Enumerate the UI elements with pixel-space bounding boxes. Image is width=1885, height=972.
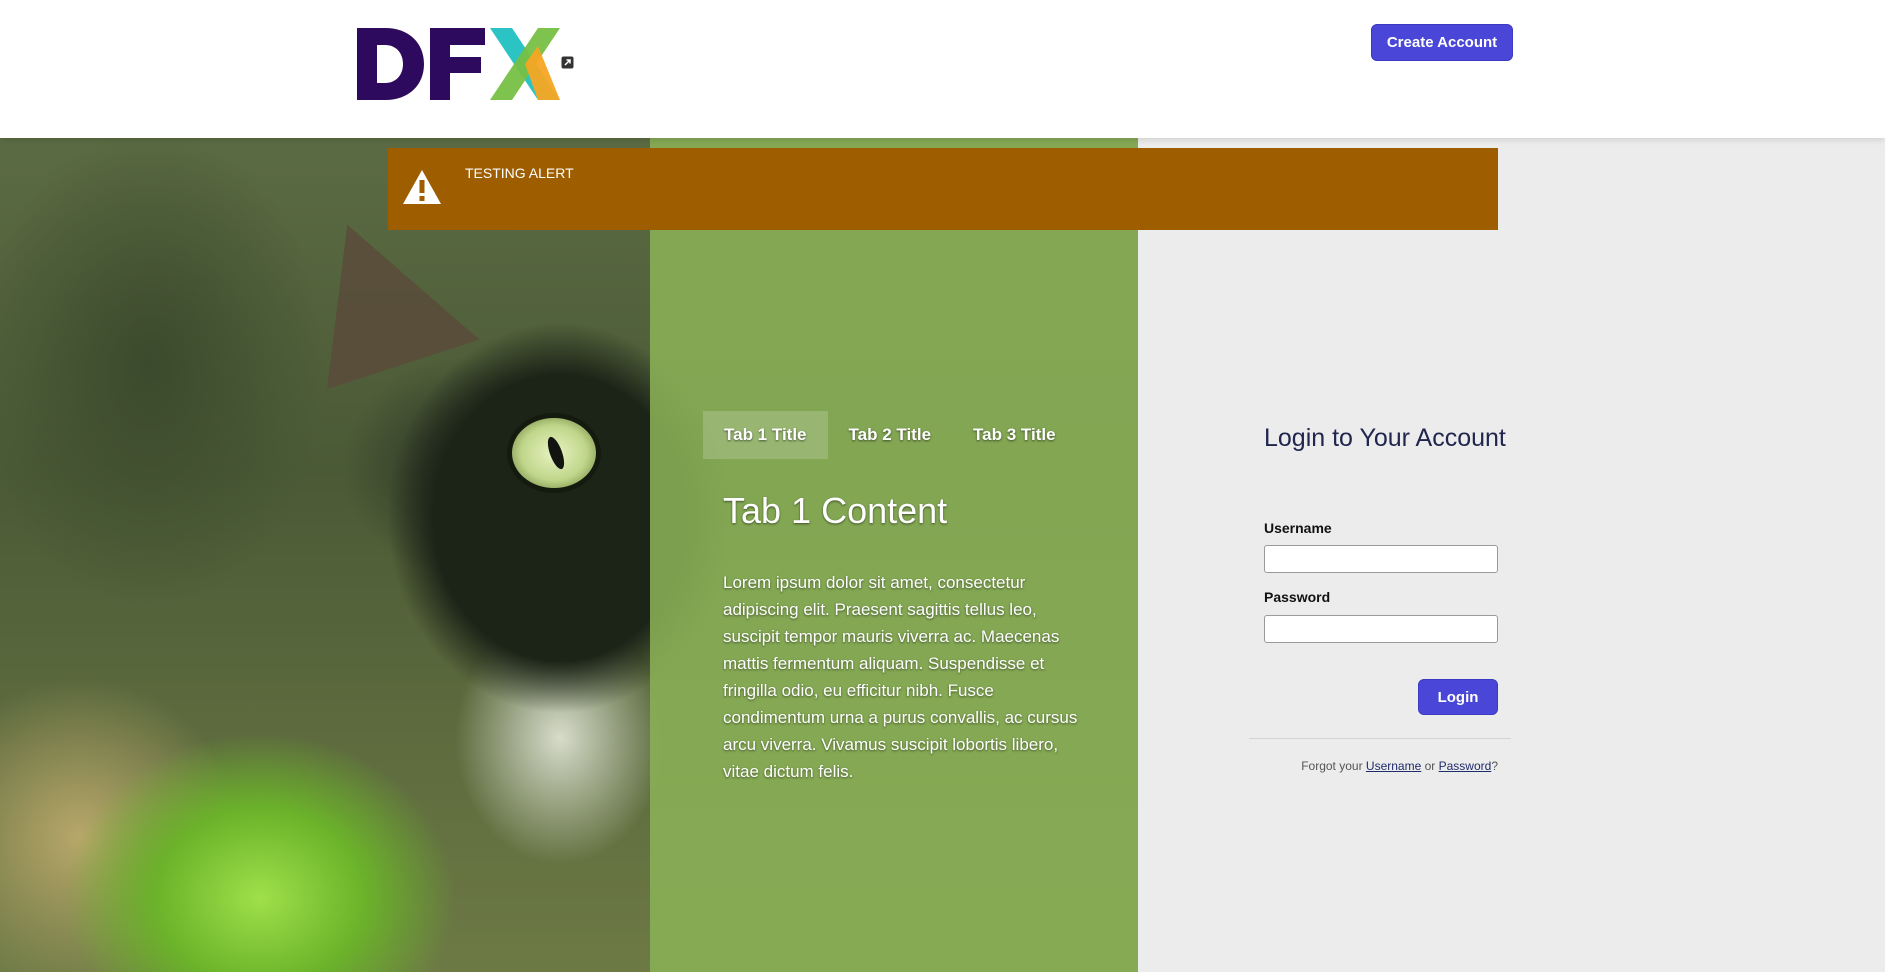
forgot-credentials-text: Forgot your Username or Password? [1264, 759, 1498, 773]
forgot-or: or [1424, 759, 1436, 773]
tab-2[interactable]: Tab 2 Title [828, 411, 953, 459]
username-label: Username [1264, 520, 1332, 536]
login-button[interactable]: Login [1418, 679, 1498, 715]
external-link-icon [561, 56, 574, 69]
create-account-button[interactable]: Create Account [1371, 24, 1513, 61]
tab-panel: Tab 1 Content Lorem ipsum dolor sit amet… [723, 487, 1078, 785]
forgot-username-link[interactable]: Username [1366, 759, 1421, 773]
forgot-prefix: Forgot your [1301, 759, 1363, 773]
forgot-password-link[interactable]: Password [1439, 759, 1492, 773]
login-divider [1249, 738, 1511, 739]
password-label: Password [1264, 589, 1331, 605]
site-header: Create Account [0, 0, 1885, 138]
login-title: Login to Your Account [1264, 424, 1506, 452]
cat-eye-shape [512, 418, 596, 488]
warning-icon [403, 170, 441, 204]
dfx-logo[interactable] [357, 28, 560, 100]
alert-message: TESTING ALERT [465, 165, 574, 181]
tab-1[interactable]: Tab 1 Title [703, 411, 828, 459]
tab-content-body: Lorem ipsum dolor sit amet, consectetur … [723, 573, 1078, 781]
dfx-logo-graphic [357, 28, 560, 100]
tab-bar: Tab 1 Title Tab 2 Title Tab 3 Title [703, 411, 1077, 459]
alert-banner: TESTING ALERT [388, 148, 1498, 230]
tab-content-heading: Tab 1 Content [723, 490, 948, 531]
password-input[interactable] [1264, 615, 1498, 643]
tab-3[interactable]: Tab 3 Title [952, 411, 1077, 459]
username-input[interactable] [1264, 545, 1498, 573]
forgot-suffix: ? [1491, 759, 1498, 773]
